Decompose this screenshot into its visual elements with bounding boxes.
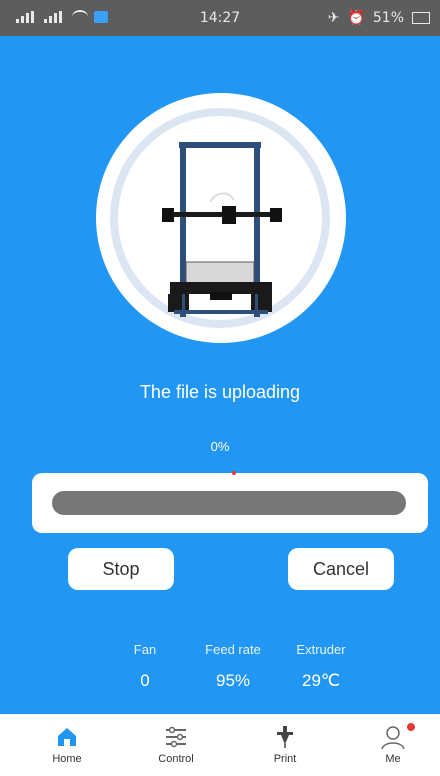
extruder-stat: Extruder 29℃ [276, 642, 366, 691]
home-icon [27, 721, 107, 753]
status-right: ✈ ⏰ 51% [328, 10, 430, 26]
nav-control-label: Control [158, 753, 194, 765]
printer-stats: Fan 0 Feed rate 95% Extruder 29℃ [110, 642, 370, 702]
nav-home[interactable]: Home [27, 721, 107, 765]
battery-percent: 51% [372, 10, 404, 26]
nav-print-label: Print [273, 753, 297, 765]
3d-printer-image [162, 142, 282, 317]
nav-me-label: Me [385, 753, 401, 765]
feed-rate-value: 95% [215, 671, 251, 690]
mute-icon: ✈ [327, 10, 340, 26]
upload-percent: 0% [210, 439, 230, 454]
upload-progress-bar [52, 491, 406, 515]
main-content: The file is uploading 0% Stop Cancel Fan… [0, 36, 440, 714]
nav-me[interactable]: Me [353, 721, 433, 765]
cancel-button[interactable]: Cancel [288, 548, 394, 590]
nozzle-icon [245, 721, 325, 753]
progress-marker [232, 471, 236, 475]
alarm-icon: ⏰ [347, 10, 365, 26]
user-icon [353, 721, 433, 753]
sliders-icon [136, 721, 216, 753]
stop-button[interactable]: Stop [68, 548, 174, 590]
status-bar: 14:27 ✈ ⏰ 51% [0, 0, 440, 36]
upload-status-text: The file is uploading [139, 382, 301, 402]
fan-stat: Fan 0 [100, 642, 190, 691]
feed-rate-stat: Feed rate 95% [188, 642, 278, 691]
nav-home-label: Home [52, 753, 82, 765]
extruder-label: Extruder [296, 642, 346, 657]
fan-value: 0 [140, 671, 150, 690]
notification-dot [407, 723, 415, 731]
bottom-navigation: Home Control Print Me [0, 714, 440, 776]
extruder-value: 29℃ [301, 671, 340, 690]
nav-control[interactable]: Control [136, 721, 216, 765]
feed-rate-label: Feed rate [205, 642, 261, 657]
battery-icon [412, 12, 430, 24]
progress-card [32, 471, 428, 533]
fan-label: Fan [133, 642, 157, 657]
nav-print[interactable]: Print [245, 721, 325, 765]
